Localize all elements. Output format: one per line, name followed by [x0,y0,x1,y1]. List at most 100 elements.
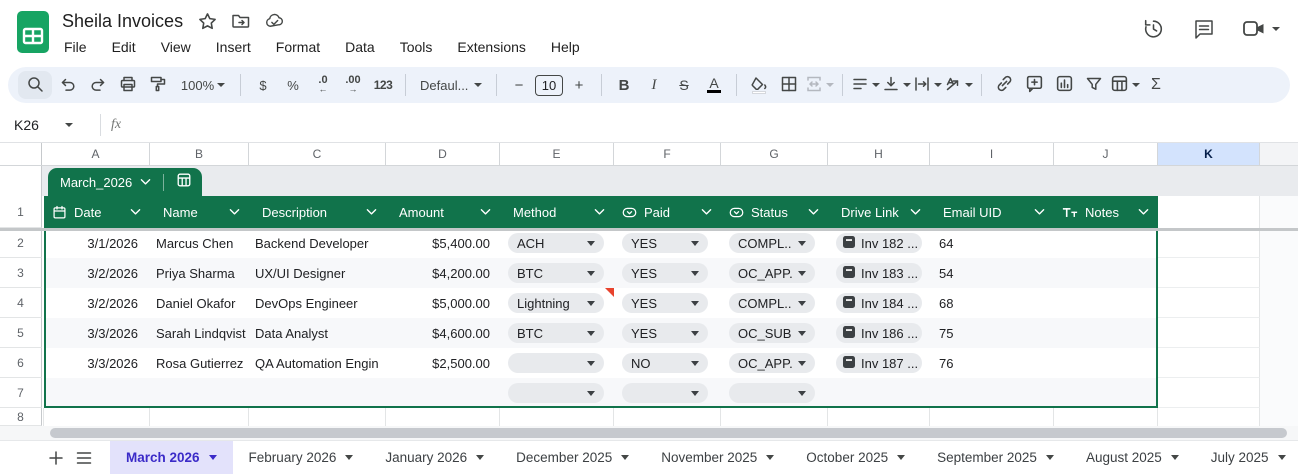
cell-name[interactable]: Daniel Okafor [150,288,249,318]
table-header-email-uid[interactable]: Email UID [930,196,1054,228]
menu-tools[interactable]: Tools [398,37,435,57]
print-button[interactable] [114,71,142,99]
column-header-k-selected[interactable]: K [1158,143,1260,165]
cell[interactable] [721,408,828,426]
font-select[interactable]: Defaul... [414,71,488,99]
chevron-down-icon[interactable] [1138,208,1149,216]
table-header-name[interactable]: Name [150,196,249,228]
cell-k1[interactable] [1158,196,1260,228]
cell-amount[interactable]: $5,400.00 [386,228,500,258]
method-dropdown[interactable]: BTC [508,263,604,283]
cell-amount[interactable]: $5,000.00 [386,288,500,318]
fill-color-button[interactable] [745,71,773,99]
table-header-notes[interactable]: Notes [1054,196,1158,228]
cell[interactable] [150,408,249,426]
cell-date[interactable]: 3/2/2026 [44,288,150,318]
version-history-icon[interactable] [1141,16,1166,41]
horizontal-align-button[interactable] [851,71,880,99]
cell-description[interactable]: QA Automation Engin [249,348,386,378]
method-dropdown[interactable]: BTC [508,323,604,343]
paint-format-button[interactable] [144,71,172,99]
paid-dropdown[interactable]: NO [622,353,708,373]
cell-email-uid[interactable]: 76 [930,348,1054,378]
move-to-folder-icon[interactable] [231,11,251,31]
cell[interactable] [828,408,930,426]
sheet-tab-january-2026[interactable]: January 2026 [369,441,500,474]
chevron-down-icon[interactable] [480,208,491,216]
functions-button[interactable]: Σ [1142,71,1170,99]
menu-view[interactable]: View [159,37,193,57]
merge-cells-button[interactable] [805,71,834,99]
chevron-down-icon[interactable] [140,173,151,191]
column-header-j[interactable]: J [1054,143,1158,165]
row-header-4[interactable]: 4 [0,288,42,318]
cell[interactable] [44,408,150,426]
search-button[interactable] [18,71,52,99]
menu-help[interactable]: Help [549,37,582,57]
cell-date[interactable] [44,378,150,408]
font-size-input[interactable]: 10 [535,74,563,96]
cell[interactable] [930,408,1054,426]
status-dropdown[interactable]: COMPL... [729,293,815,313]
cell-name[interactable] [150,378,249,408]
drive-link-chip[interactable]: Inv 184 ... [836,293,922,313]
borders-button[interactable] [775,71,803,99]
cell-k[interactable] [1158,318,1260,348]
row-header-5[interactable]: 5 [0,318,42,348]
vertical-align-button[interactable] [882,71,911,99]
table-header-amount[interactable]: Amount [386,196,500,228]
method-dropdown[interactable] [508,353,604,373]
cell-description[interactable] [249,378,386,408]
undo-button[interactable] [54,71,82,99]
column-header-g[interactable]: G [721,143,828,165]
cell-description[interactable]: UX/UI Designer [249,258,386,288]
cell-name[interactable]: Priya Sharma [150,258,249,288]
menu-file[interactable]: File [62,37,89,57]
star-icon[interactable] [197,11,217,31]
cell-description[interactable]: Backend Developer [249,228,386,258]
cell-notes[interactable] [1054,228,1158,258]
insert-link-button[interactable] [990,71,1018,99]
sheet-tab-august-2025[interactable]: August 2025 [1070,441,1195,474]
comment-marker[interactable] [605,288,614,297]
cell-date[interactable]: 3/3/2026 [44,318,150,348]
method-dropdown[interactable] [508,383,604,403]
insert-comment-button[interactable] [1020,71,1048,99]
cell-date[interactable]: 3/2/2026 [44,258,150,288]
cell-email-uid[interactable]: 75 [930,318,1054,348]
sheet-tab-october-2025[interactable]: October 2025 [790,441,921,474]
chevron-down-icon[interactable] [130,208,141,216]
column-header-e[interactable]: E [500,143,614,165]
text-rotation-button[interactable] [944,71,973,99]
cell-k[interactable] [1158,288,1260,318]
cell-notes[interactable] [1054,318,1158,348]
table-views-button[interactable] [1110,71,1140,99]
increase-font-size-button[interactable]: + [565,71,593,99]
method-dropdown[interactable]: ACH [508,233,604,253]
menu-data[interactable]: Data [343,37,377,57]
sheet-tab-february-2026[interactable]: February 2026 [233,441,370,474]
drive-link-chip[interactable]: Inv 187 ... [836,353,922,373]
status-dropdown[interactable] [729,383,815,403]
decrease-decimal-button[interactable]: .0 ← [309,71,337,99]
table-name-tab[interactable]: March_2026 [48,168,203,196]
cell-amount[interactable]: $2,500.00 [386,348,500,378]
sheet-tab-march-2026[interactable]: March 2026 [110,441,233,474]
bold-button[interactable]: B [610,71,638,99]
row-header-6[interactable]: 6 [0,348,42,378]
menu-edit[interactable]: Edit [110,37,138,57]
cell-name[interactable]: Rosa Gutierrez [150,348,249,378]
column-header-i[interactable]: I [930,143,1054,165]
cell-date[interactable]: 3/1/2026 [44,228,150,258]
cell-drive-link[interactable] [828,378,930,408]
paid-dropdown[interactable]: YES [622,293,708,313]
horizontal-scrollbar-thumb[interactable] [50,428,1287,438]
cell-email-uid[interactable] [930,378,1054,408]
column-header-b[interactable]: B [150,143,249,165]
column-header-h[interactable]: H [828,143,930,165]
column-header-d[interactable]: D [386,143,500,165]
cell-date[interactable]: 3/3/2026 [44,348,150,378]
document-title[interactable]: Sheila Invoices [62,11,183,32]
menu-format[interactable]: Format [274,37,322,57]
drive-link-chip[interactable]: Inv 186 ... [836,323,922,343]
